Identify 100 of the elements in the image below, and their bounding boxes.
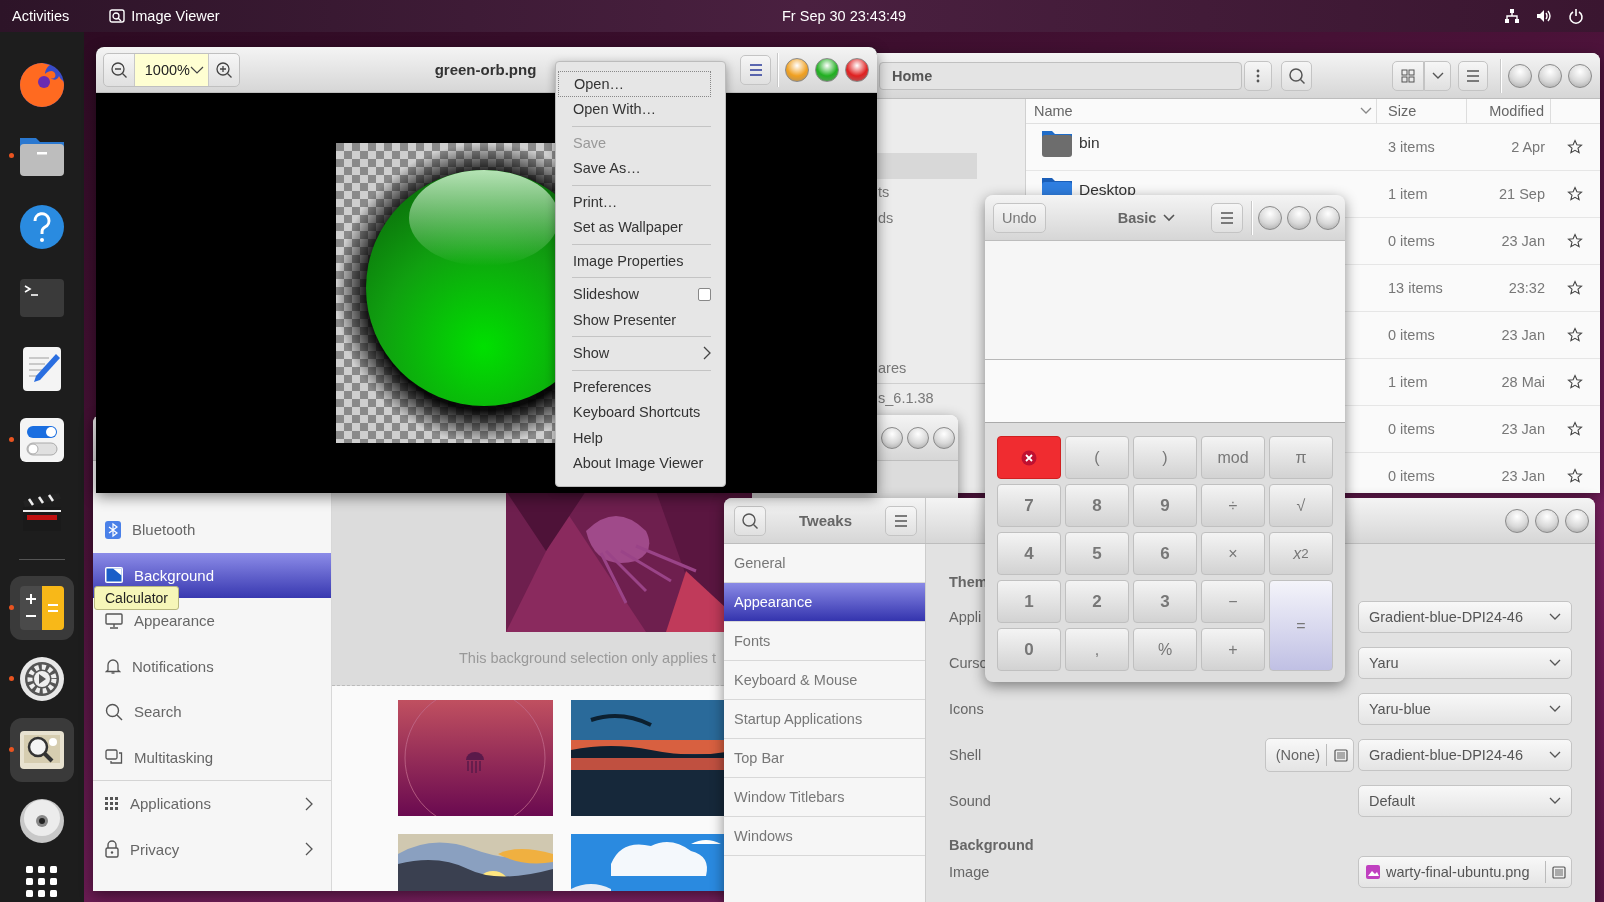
sidebar-item[interactable]: s_6.1.38	[877, 385, 977, 411]
menu-item[interactable]: Keyboard Shortcuts	[558, 399, 711, 425]
menu-item[interactable]: About Image Viewer	[558, 450, 711, 476]
menu-item[interactable]: Open With…	[558, 96, 711, 122]
minimize-button[interactable]	[881, 426, 903, 449]
close-button[interactable]	[1568, 63, 1592, 88]
zoom-field[interactable]: 1000%	[133, 53, 209, 86]
operator-key[interactable]: )	[1133, 436, 1197, 479]
dropdown[interactable]: Gradient-blue-DPI24-46	[1358, 601, 1572, 633]
sidebar-item[interactable]: Notifications	[93, 643, 331, 689]
operator-key[interactable]: π	[1269, 436, 1333, 479]
minimize-button[interactable]	[1508, 63, 1532, 88]
column-header[interactable]: Modified	[1467, 99, 1551, 123]
digit-key[interactable]: 4	[997, 532, 1061, 575]
network-icon[interactable]	[1504, 8, 1520, 24]
sidebar-item[interactable]: Top Bar	[724, 739, 925, 778]
dropdown[interactable]: Default	[1358, 785, 1572, 817]
close-button[interactable]	[1565, 508, 1589, 533]
sidebar-item[interactable]: ares	[877, 355, 977, 381]
maximize-button[interactable]	[1287, 205, 1311, 230]
column-header[interactable]: Name	[1026, 99, 1377, 123]
dock-item[interactable]	[10, 718, 74, 782]
sidebar-item[interactable]: Windows	[724, 817, 925, 856]
star-icon[interactable]	[1567, 280, 1583, 296]
search-button[interactable]	[1280, 60, 1313, 91]
operator-key[interactable]: ,	[1065, 628, 1129, 671]
clock[interactable]: Fr Sep 30 23:43:49	[782, 8, 907, 24]
checkbox[interactable]	[698, 287, 711, 301]
menu-item[interactable]: Help	[558, 425, 711, 451]
star-icon[interactable]	[1567, 233, 1583, 249]
sidebar-item[interactable]: Fonts	[724, 622, 925, 661]
dropdown[interactable]: Gradient-blue-DPI24-46	[1358, 739, 1572, 771]
star-icon[interactable]	[1567, 186, 1583, 202]
digit-key[interactable]: 9	[1133, 484, 1197, 527]
path-bar[interactable]: Home	[879, 61, 1243, 90]
minimize-button[interactable]	[1258, 205, 1282, 230]
menu-button[interactable]	[740, 54, 772, 85]
operator-key[interactable]: √	[1269, 484, 1333, 527]
search-button[interactable]	[734, 505, 766, 536]
operator-key[interactable]: −	[1201, 580, 1265, 623]
close-button[interactable]	[1316, 205, 1340, 230]
sidebar-item[interactable]: Appearance	[724, 583, 925, 622]
close-button[interactable]	[933, 426, 955, 449]
operator-key[interactable]: (	[1065, 436, 1129, 479]
sidebar-item[interactable]: Startup Applications	[724, 700, 925, 739]
digit-key[interactable]: 7	[997, 484, 1061, 527]
menu-button[interactable]	[885, 505, 917, 536]
power-icon[interactable]	[1568, 8, 1584, 24]
menu-item[interactable]: Save As…	[558, 155, 711, 181]
menu-button[interactable]	[1458, 60, 1489, 91]
input-field[interactable]	[985, 360, 1345, 423]
star-icon[interactable]	[1567, 327, 1583, 343]
digit-key[interactable]: 0	[997, 628, 1061, 671]
sidebar-item[interactable]: ds	[877, 205, 977, 231]
menu-item[interactable]: Show	[558, 340, 711, 366]
maximize-button[interactable]	[1535, 508, 1559, 533]
sidebar-item[interactable]: Keyboard & Mouse	[724, 661, 925, 700]
menu-item[interactable]: Show Presenter	[558, 307, 711, 333]
dock-item[interactable]	[10, 576, 74, 640]
maximize-button[interactable]	[815, 57, 839, 82]
digit-key[interactable]: 6	[1133, 532, 1197, 575]
operator-key[interactable]: %	[1133, 628, 1197, 671]
dropdown[interactable]: Yaru	[1358, 647, 1572, 679]
sidebar-item[interactable]: Window Titlebars	[724, 778, 925, 817]
star-icon[interactable]	[1567, 468, 1583, 484]
equals-key[interactable]: =	[1269, 580, 1333, 671]
operator-key[interactable]: ÷	[1201, 484, 1265, 527]
maximize-button[interactable]	[1538, 63, 1562, 88]
operator-key[interactable]: ×	[1201, 532, 1265, 575]
activities-button[interactable]: Activities	[12, 8, 70, 24]
star-icon[interactable]	[1567, 374, 1583, 390]
digit-key[interactable]: 3	[1133, 580, 1197, 623]
sidebar-item[interactable]: ts	[877, 179, 977, 205]
star-icon[interactable]	[1567, 139, 1583, 155]
menu-item[interactable]: Image Properties	[558, 248, 711, 274]
minimize-button[interactable]	[1505, 508, 1529, 533]
menu-button[interactable]	[1211, 202, 1243, 233]
volume-icon[interactable]	[1536, 8, 1552, 24]
view-button[interactable]	[1392, 60, 1424, 91]
digit-key[interactable]: 8	[1065, 484, 1129, 527]
menu-item[interactable]: Print…	[558, 189, 711, 215]
undo-button[interactable]: Undo	[993, 202, 1046, 233]
operator-key[interactable]: mod	[1201, 436, 1265, 479]
sidebar-item[interactable]: Multitasking	[93, 734, 331, 780]
menu-item[interactable]: Slideshow	[558, 281, 711, 307]
maximize-button[interactable]	[907, 426, 929, 449]
star-icon[interactable]	[1567, 421, 1583, 437]
digit-key[interactable]: 5	[1065, 532, 1129, 575]
app-menu[interactable]: Image Viewer	[109, 8, 220, 24]
file-chooser-button[interactable]: warty-final-ubuntu.png	[1358, 856, 1572, 888]
menu-item[interactable]: Preferences	[558, 374, 711, 400]
sidebar-item[interactable]: Bluetooth	[93, 507, 331, 553]
file-chooser-button[interactable]: (None)	[1264, 738, 1354, 772]
sidebar-item[interactable]: Search	[93, 689, 331, 735]
sidebar-item[interactable]: Applications	[93, 781, 331, 827]
dropdown[interactable]: Yaru-blue	[1358, 693, 1572, 725]
menu-item[interactable]: Set as Wallpaper	[558, 214, 711, 240]
minimize-button[interactable]	[785, 57, 809, 82]
menu-item[interactable]: Open…	[558, 71, 711, 97]
column-header[interactable]: Size	[1377, 99, 1467, 123]
